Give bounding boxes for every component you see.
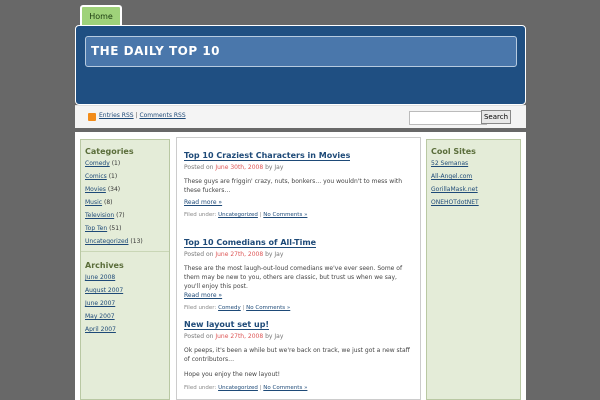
post-date: June 27th, 2008: [215, 251, 264, 258]
post-category-link[interactable]: Uncategorized: [218, 385, 258, 391]
post-meta: Posted on June 27th, 2008 by Jay: [184, 333, 414, 340]
page-body: Categories Comedy (1) Comics (1) Movies …: [75, 132, 526, 400]
category-count: (51): [109, 225, 122, 232]
site-link-item: All-Angel.com: [431, 173, 520, 180]
archive-item: April 2007: [85, 326, 169, 333]
archive-link[interactable]: May 2007: [85, 313, 115, 320]
comments-link[interactable]: No Comments »: [246, 305, 290, 311]
page-wrapper: Home THE DAILY TOP 10 Entries RSS | Comm…: [75, 0, 526, 400]
post-date: June 30th, 2008: [215, 164, 264, 171]
archive-item: May 2007: [85, 313, 169, 320]
post-author: by Jay: [263, 333, 284, 340]
post: Top 10 Comedians of All-Time Posted on J…: [184, 230, 414, 311]
right-sidebar: Cool Sites 52 Semanas All-Angel.com Gori…: [426, 139, 521, 400]
categories-heading: Categories: [85, 147, 134, 156]
category-item: Music (8): [85, 199, 169, 206]
comments-link[interactable]: No Comments »: [263, 212, 307, 218]
search-button[interactable]: Search: [481, 110, 511, 124]
cool-sites-heading: Cool Sites: [431, 147, 476, 156]
entries-rss-link[interactable]: Entries RSS: [99, 112, 134, 119]
category-item: Top Ten (51): [85, 225, 169, 232]
post-title[interactable]: Top 10 Comedians of All-Time: [184, 238, 317, 248]
rss-icon: [88, 113, 96, 121]
archive-item: June 2007: [85, 300, 169, 307]
post: New layout set up! Posted on June 27th, …: [184, 312, 414, 391]
category-link[interactable]: Comedy: [85, 160, 110, 167]
category-link[interactable]: Movies: [85, 186, 106, 193]
post-author: by Jay: [263, 251, 284, 258]
archive-link[interactable]: June 2008: [85, 274, 115, 281]
main-content: Top 10 Craziest Characters in Movies Pos…: [176, 137, 421, 400]
post-category-link[interactable]: Uncategorized: [218, 212, 258, 218]
category-item: Comedy (1): [85, 160, 169, 167]
archives-section: Archives June 2008 August 2007 June 2007…: [81, 251, 169, 333]
site-link-item: ONEHOTdotNET: [431, 199, 520, 206]
category-item: Comics (1): [85, 173, 169, 180]
archive-item: August 2007: [85, 287, 169, 294]
site-link[interactable]: All-Angel.com: [431, 173, 472, 180]
site-link[interactable]: GorillaMask.net: [431, 186, 478, 193]
archive-item: June 2008: [85, 274, 169, 281]
title-bar: THE DAILY TOP 10: [85, 36, 517, 67]
category-count: (13): [130, 238, 143, 245]
filed-under-label: Filed under:: [184, 385, 219, 391]
comments-rss-link[interactable]: Comments RSS: [139, 112, 185, 119]
post-category-link[interactable]: Comedy: [218, 305, 241, 311]
archive-link[interactable]: June 2007: [85, 300, 115, 307]
post-excerpt-continued: Hope you enjoy the new layout!: [184, 371, 280, 378]
site-link-item: GorillaMask.net: [431, 186, 520, 193]
post-excerpt: These are the most laugh-out-loud comedi…: [184, 265, 403, 290]
posted-on-label: Posted on: [184, 333, 216, 340]
search-input[interactable]: [409, 111, 487, 125]
site-link[interactable]: ONEHOTdotNET: [431, 199, 479, 206]
category-link[interactable]: Music: [85, 199, 102, 206]
post-footer: Filed under: Uncategorized | No Comments…: [184, 385, 414, 391]
read-more-link[interactable]: Read more »: [184, 292, 414, 299]
post-date: June 27th, 2008: [215, 333, 264, 340]
category-link[interactable]: Television: [85, 212, 114, 219]
rss-links: Entries RSS | Comments RSS: [99, 112, 186, 119]
category-count: (7): [116, 212, 125, 219]
read-more-link[interactable]: Read more »: [184, 199, 414, 206]
post-meta: Posted on June 30th, 2008 by Jay: [184, 164, 414, 171]
comments-link[interactable]: No Comments »: [263, 385, 307, 391]
category-count: (8): [104, 199, 113, 206]
archives-heading: Archives: [85, 261, 124, 270]
site-header: THE DAILY TOP 10: [75, 25, 526, 105]
posted-on-label: Posted on: [184, 251, 216, 258]
filed-under-label: Filed under:: [184, 212, 219, 218]
post-meta: Posted on June 27th, 2008 by Jay: [184, 251, 414, 258]
category-count: (1): [111, 160, 121, 167]
archive-link[interactable]: April 2007: [85, 326, 116, 333]
site-link-item: 52 Semanas: [431, 160, 520, 167]
category-item: Television (7): [85, 212, 169, 219]
tab-home[interactable]: Home: [80, 5, 122, 27]
category-item: Movies (34): [85, 186, 169, 193]
archive-link[interactable]: August 2007: [85, 287, 123, 294]
post-footer: Filed under: Comedy | No Comments »: [184, 305, 414, 311]
category-link[interactable]: Top Ten: [85, 225, 107, 232]
site-title[interactable]: THE DAILY TOP 10: [91, 44, 220, 58]
post: Top 10 Craziest Characters in Movies Pos…: [184, 143, 414, 218]
category-item: Uncategorized (13): [85, 238, 169, 245]
rss-bar: Entries RSS | Comments RSS Search: [75, 105, 526, 128]
post-excerpt: Ok peeps, it's been a while but we're ba…: [184, 347, 410, 363]
post-footer: Filed under: Uncategorized | No Comments…: [184, 212, 414, 218]
category-link[interactable]: Comics: [85, 173, 107, 180]
category-count: (1): [108, 173, 118, 180]
site-link[interactable]: 52 Semanas: [431, 160, 468, 167]
post-title[interactable]: Top 10 Craziest Characters in Movies: [184, 151, 351, 161]
category-link[interactable]: Uncategorized: [85, 238, 128, 245]
filed-under-label: Filed under:: [184, 305, 219, 311]
posted-on-label: Posted on: [184, 164, 216, 171]
post-excerpt: These guys are friggin' crazy, nuts, bon…: [184, 178, 403, 194]
left-sidebar: Categories Comedy (1) Comics (1) Movies …: [80, 139, 170, 400]
category-count: (34): [107, 186, 121, 193]
post-title[interactable]: New layout set up!: [184, 320, 270, 330]
post-author: by Jay: [263, 164, 284, 171]
